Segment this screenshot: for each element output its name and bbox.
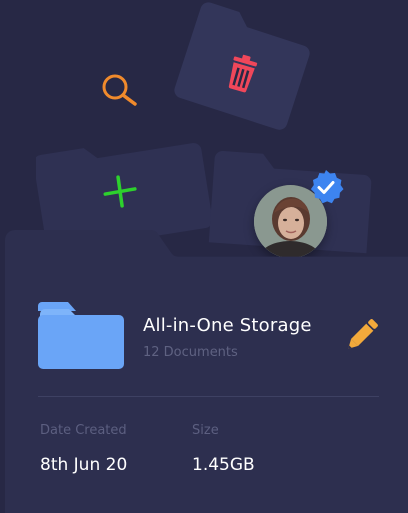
document-count: 12 Documents (143, 345, 238, 360)
date-created-label: Date Created (40, 423, 127, 438)
verified-check-icon (310, 170, 344, 204)
size-value: 1.45GB (192, 455, 255, 475)
storage-title: All-in-One Storage (143, 315, 312, 336)
plus-icon[interactable] (101, 173, 139, 209)
storage-card[interactable]: All-in-One Storage 12 Documents Date Cre… (5, 230, 408, 513)
pencil-icon[interactable] (339, 314, 383, 358)
folder-icon (38, 302, 124, 369)
app-scene: All-in-One Storage 12 Documents Date Cre… (0, 0, 408, 513)
trash-icon[interactable] (219, 50, 265, 96)
divider (38, 396, 379, 397)
date-created-value: 8th Jun 20 (40, 455, 128, 475)
size-label: Size (192, 423, 219, 438)
search-icon[interactable] (99, 71, 141, 107)
